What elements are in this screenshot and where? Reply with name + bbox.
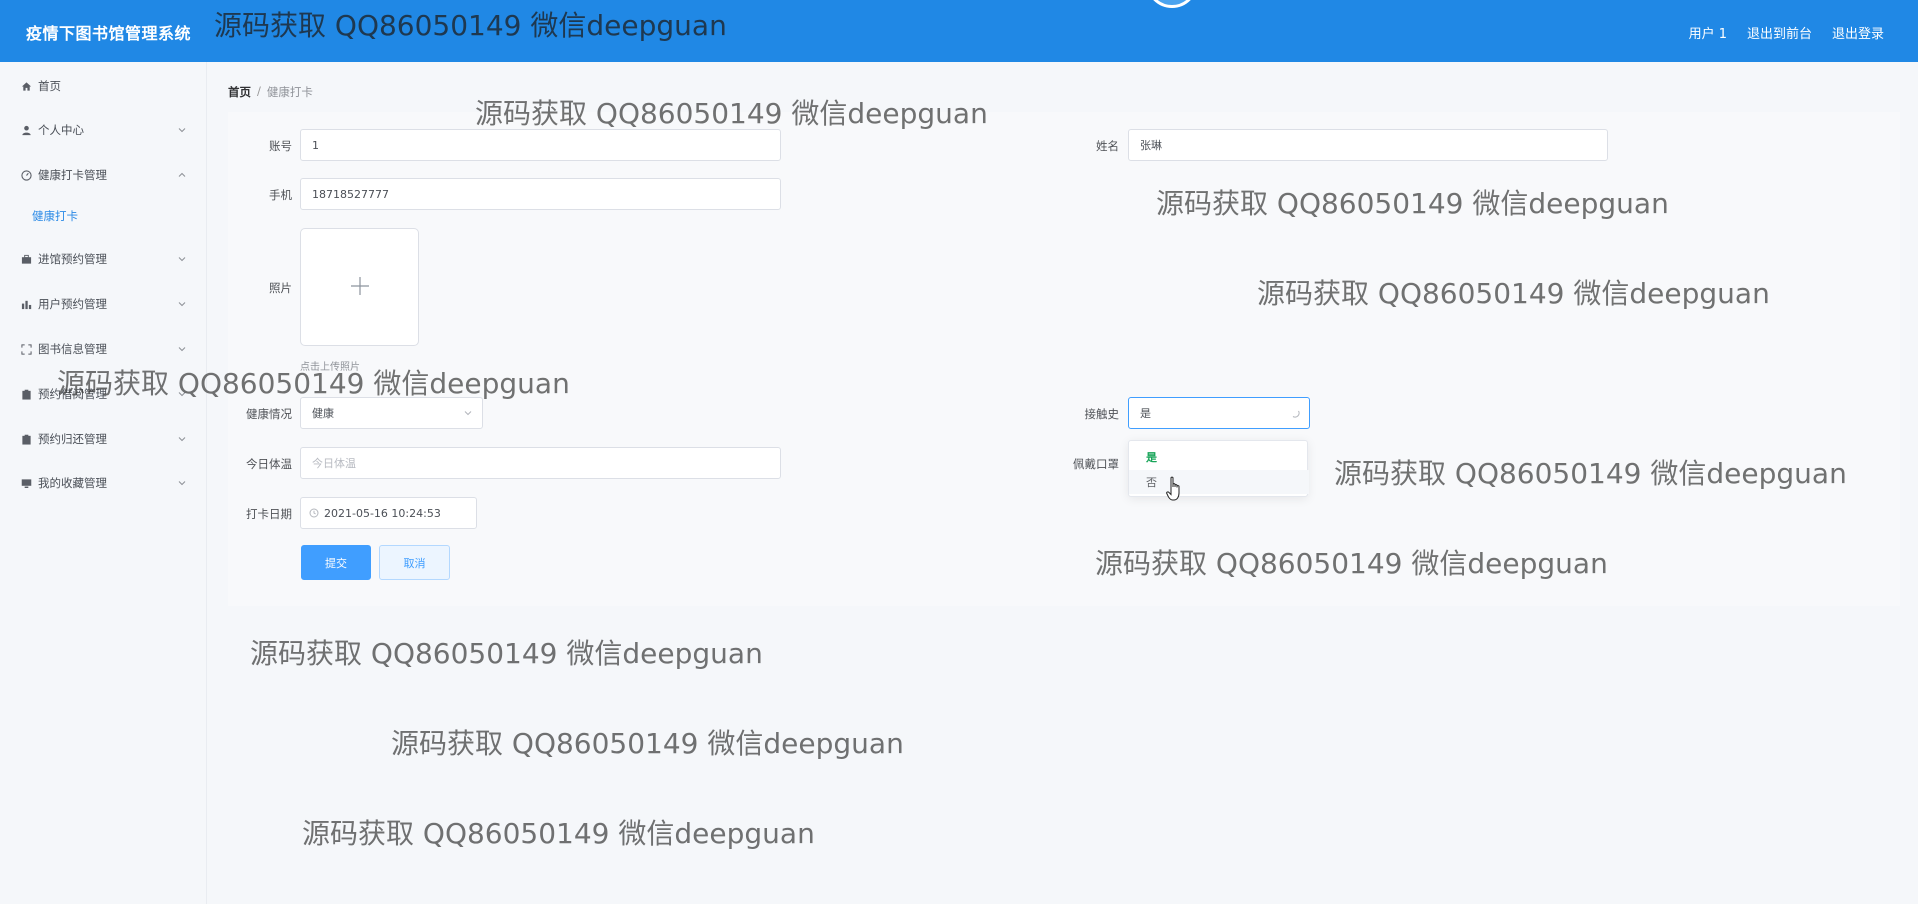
sidebar-subitem-health-checkin[interactable]: 健康打卡 <box>0 201 207 231</box>
clipboard-icon <box>20 388 32 400</box>
chevron-down-icon <box>177 388 187 398</box>
chevron-down-icon <box>177 477 187 487</box>
chevron-down-icon <box>177 433 187 443</box>
watermark-text: 源码获取 QQ86050149 微信deepguan <box>391 727 904 760</box>
sidebar-item-health-checkin-management[interactable]: 健康打卡管理 <box>0 159 207 191</box>
contact-history-label: 接触史 <box>1084 407 1120 421</box>
sidebar-item-label: 健康打卡管理 <box>38 168 107 182</box>
gauge-icon <box>20 169 32 181</box>
hand-pointer-icon <box>1166 476 1184 502</box>
checkin-date-label: 打卡日期 <box>246 507 292 521</box>
health-select-value: 健康 <box>312 407 334 420</box>
clock-icon <box>309 508 319 518</box>
submit-button[interactable]: 提交 <box>301 545 371 580</box>
sidebar-item-label: 图书信息管理 <box>38 342 107 356</box>
sidebar-item-reservation-borrow[interactable]: 预约借阅管理 <box>0 378 207 410</box>
health-select[interactable]: 健康 <box>300 397 483 429</box>
photo-label: 照片 <box>269 281 292 295</box>
photo-upload-tip: 点击上传照片 <box>300 362 360 373</box>
sidebar-item-label: 个人中心 <box>38 123 84 137</box>
monitor-icon <box>20 477 32 489</box>
contact-history-select[interactable]: 是 <box>1128 397 1310 429</box>
top-header: 疫情下图书馆管理系统 用户 1 退出到前台 退出登录 <box>0 0 1918 62</box>
sidebar-item-label: 我的收藏管理 <box>38 476 107 490</box>
sidebar-subitem-label: 健康打卡 <box>32 209 78 223</box>
logout-link[interactable]: 退出登录 <box>1832 23 1884 42</box>
sidebar-item-home[interactable]: 首页 <box>0 70 207 102</box>
sidebar-item-label: 首页 <box>38 79 61 93</box>
chevron-down-icon <box>177 343 187 353</box>
phone-label: 手机 <box>269 188 292 202</box>
exit-to-front-link[interactable]: 退出到前台 <box>1747 23 1812 42</box>
chevron-down-icon <box>177 124 187 134</box>
breadcrumb-current: 健康打卡 <box>266 85 313 99</box>
checkin-date-picker[interactable]: 2021-05-16 10:24:53 <box>300 497 477 529</box>
chevron-down-icon <box>177 253 187 263</box>
contact-history-select-value: 是 <box>1140 407 1151 420</box>
name-input[interactable]: 张琳 <box>1128 129 1608 161</box>
breadcrumb-home[interactable]: 首页 <box>228 84 251 100</box>
user-name-link[interactable]: 用户 1 <box>1689 23 1727 42</box>
sidebar-item-my-favorites[interactable]: 我的收藏管理 <box>0 467 207 499</box>
watermark-text: 源码获取 QQ86050149 微信deepguan <box>302 817 815 850</box>
header-avatar <box>1146 0 1198 8</box>
breadcrumb-separator: / <box>257 84 261 98</box>
contact-history-dropdown: 是 否 <box>1128 440 1309 497</box>
sidebar-item-book-info[interactable]: 图书信息管理 <box>0 333 207 365</box>
photo-upload[interactable] <box>300 228 419 346</box>
cancel-button[interactable]: 取消 <box>379 545 450 580</box>
sidebar-item-label: 预约借阅管理 <box>38 387 107 401</box>
sidebar-item-reservation-return[interactable]: 预约归还管理 <box>0 423 207 455</box>
name-label: 姓名 <box>1096 139 1119 153</box>
sidebar-item-personal-center[interactable]: 个人中心 <box>0 114 207 146</box>
fullscreen-icon <box>20 343 32 355</box>
user-icon <box>20 124 32 136</box>
chevron-down-icon <box>177 298 187 308</box>
sidebar-item-entry-reservation[interactable]: 进馆预约管理 <box>0 243 207 275</box>
loading-icon <box>1290 408 1300 418</box>
header-actions: 用户 1 退出到前台 退出登录 <box>1689 23 1884 42</box>
checkin-date-value: 2021-05-16 10:24:53 <box>324 506 441 520</box>
temperature-label: 今日体温 <box>246 457 292 471</box>
plus-icon <box>349 275 371 300</box>
briefcase-icon <box>20 253 32 265</box>
watermark-text: 源码获取 QQ86050149 微信deepguan <box>250 637 763 670</box>
dropdown-option-yes[interactable]: 是 <box>1129 445 1309 469</box>
app-title: 疫情下图书馆管理系统 <box>26 24 192 43</box>
chevron-up-icon <box>177 169 187 179</box>
temperature-input[interactable]: 今日体温 <box>300 447 781 479</box>
breadcrumb: 首页 / 健康打卡 <box>228 84 313 100</box>
clipboard-icon <box>20 433 32 445</box>
account-input[interactable]: 1 <box>300 129 781 161</box>
sidebar-item-label: 用户预约管理 <box>38 297 107 311</box>
sidebar-item-label: 进馆预约管理 <box>38 252 107 266</box>
sidebar-item-user-reservation[interactable]: 用户预约管理 <box>0 288 207 320</box>
sidebar: 首页 个人中心 健康打卡管理 健康打卡 进馆预约管理 用户预约管理 图书信息管理… <box>0 62 207 904</box>
mask-label: 佩戴口罩 <box>1073 457 1119 471</box>
phone-input[interactable]: 18718527777 <box>300 178 781 210</box>
bar-chart-icon <box>20 298 32 310</box>
health-label: 健康情况 <box>246 407 292 421</box>
dropdown-option-no[interactable]: 否 <box>1129 470 1309 494</box>
home-icon <box>20 80 32 92</box>
account-label: 账号 <box>269 139 292 153</box>
sidebar-item-label: 预约归还管理 <box>38 432 107 446</box>
chevron-down-icon <box>463 408 473 418</box>
